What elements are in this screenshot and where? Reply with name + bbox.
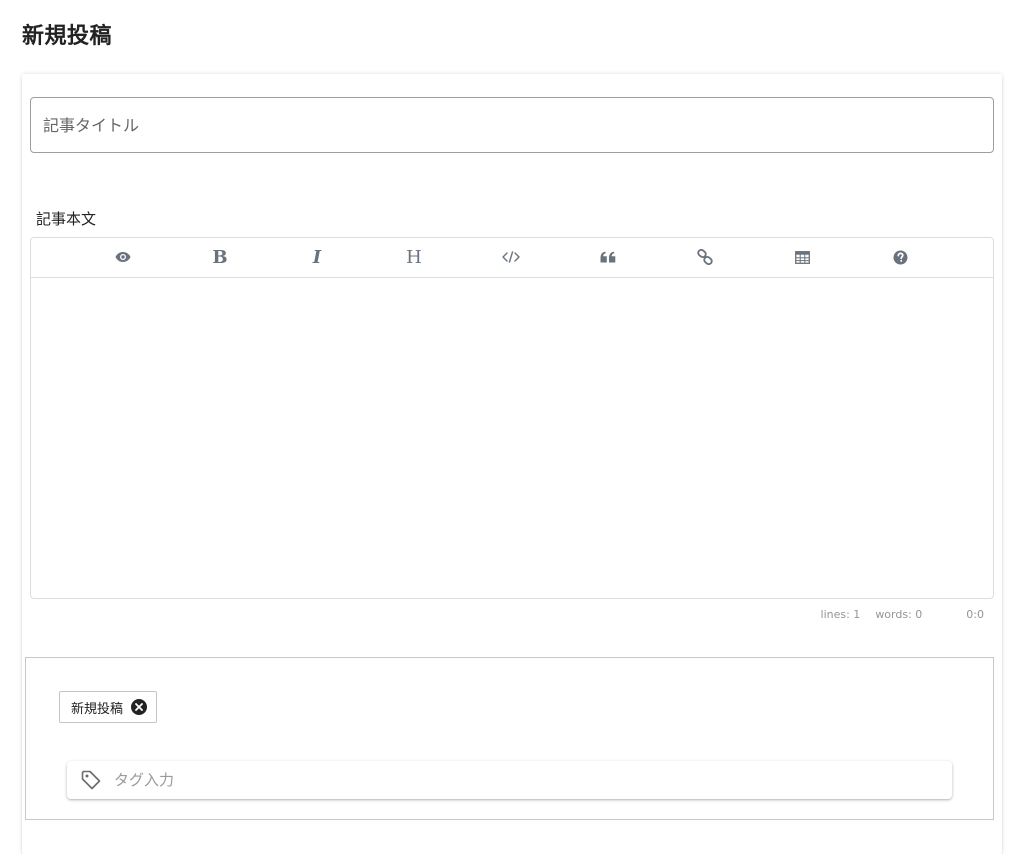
tag-chip-label: 新規投稿 (71, 701, 124, 717)
post-form-card: 記事本文 B I H (22, 74, 1002, 854)
cursor-position: 0:0 (966, 608, 984, 621)
tag-section: 新規投稿 (25, 657, 994, 820)
quote-button[interactable] (593, 242, 623, 272)
article-body-label: 記事本文 (36, 210, 97, 228)
tag-icon (80, 769, 102, 791)
close-icon[interactable] (131, 699, 148, 715)
editor-statusbar: lines: 1 words: 0 0:0 (821, 608, 984, 621)
link-icon (697, 249, 713, 265)
preview-button[interactable] (108, 242, 138, 272)
tag-input-container (67, 761, 952, 799)
code-button[interactable] (496, 242, 526, 272)
italic-icon: I (312, 246, 322, 268)
page-title: 新規投稿 (22, 24, 113, 49)
guide-button[interactable] (885, 242, 915, 272)
heading-icon: H (406, 246, 422, 268)
bold-icon: B (212, 246, 228, 268)
words-count: words: 0 (875, 608, 923, 621)
bold-button[interactable]: B (205, 242, 235, 272)
table-button[interactable] (787, 242, 817, 272)
link-button[interactable] (690, 242, 720, 272)
lines-count: lines: 1 (820, 608, 861, 621)
heading-button[interactable]: H (399, 242, 429, 272)
question-circle-icon (893, 250, 907, 264)
eye-icon (115, 252, 131, 262)
markdown-editor: B I H (30, 237, 994, 599)
code-icon (502, 251, 520, 263)
editor-text-area[interactable] (31, 279, 993, 598)
quote-icon (600, 251, 616, 263)
editor-toolbar: B I H (31, 238, 993, 278)
table-icon (794, 250, 810, 264)
article-title-input[interactable] (30, 97, 994, 153)
tag-input[interactable] (114, 761, 952, 799)
italic-button[interactable]: I (302, 242, 332, 272)
tag-chip: 新規投稿 (59, 691, 158, 723)
